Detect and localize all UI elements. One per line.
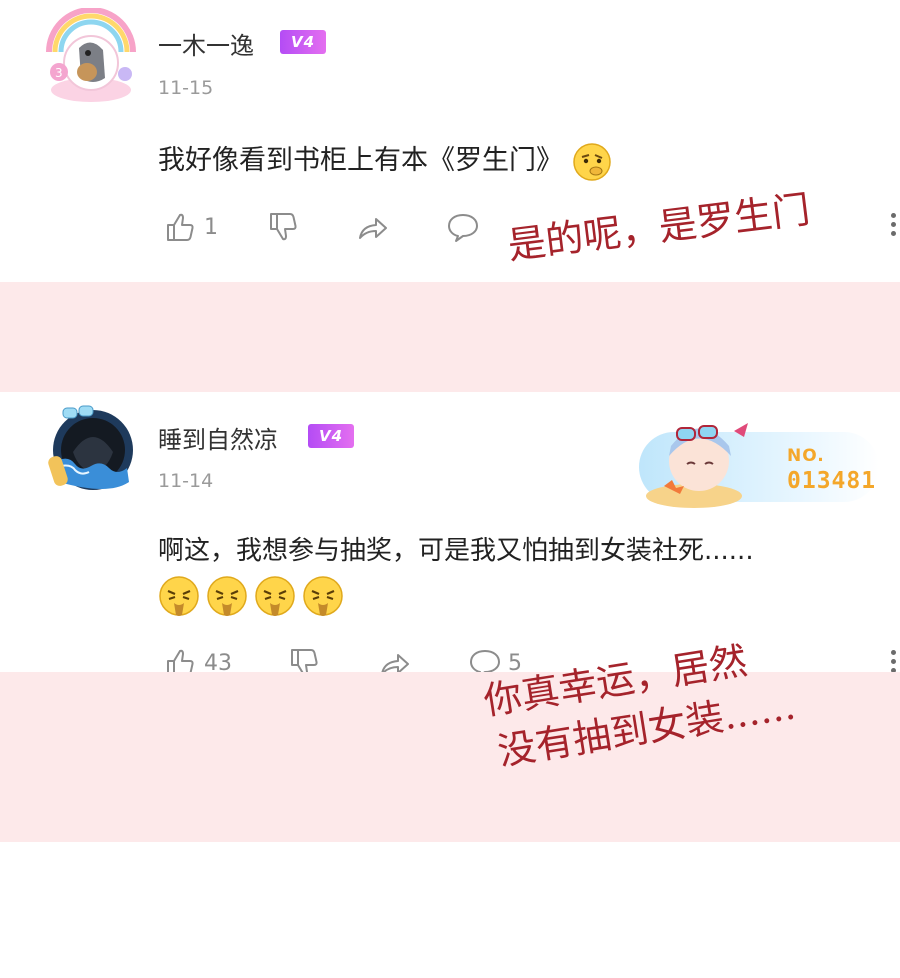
svg-text:3: 3 <box>55 66 63 80</box>
comment-text: 我好像看到书柜上有本《罗生门》 <box>158 138 612 182</box>
reply-button[interactable] <box>446 210 480 244</box>
avatar-image <box>48 405 133 490</box>
vomiting-face-emoji <box>255 576 295 616</box>
comment-bubble-icon <box>470 650 500 672</box>
like-count: 1 <box>204 214 218 240</box>
fan-card-number: 013481 <box>787 468 877 494</box>
comment-bubble-icon <box>448 214 478 242</box>
comment-date: 11-14 <box>158 470 214 492</box>
vomiting-face-emoji <box>303 576 343 616</box>
like-button[interactable]: 43 <box>164 646 232 672</box>
more-dots-icon <box>890 213 896 218</box>
vomiting-face-emoji <box>159 576 199 616</box>
more-dots-icon <box>890 650 896 655</box>
background-band-top <box>0 282 900 392</box>
level-badge: V4 <box>308 424 354 448</box>
level-badge: V4 <box>280 30 326 54</box>
username[interactable]: 一木一逸 <box>158 26 254 61</box>
dislike-button[interactable] <box>288 646 322 672</box>
like-count: 43 <box>204 650 232 673</box>
share-arrow-icon <box>381 654 409 672</box>
comment-date: 11-15 <box>158 77 214 99</box>
fan-card-label: NO. <box>787 446 825 466</box>
reply-button[interactable]: 5 <box>468 646 522 672</box>
suspicious-face-emoji <box>572 142 611 181</box>
thumbs-down-icon <box>270 213 297 241</box>
comment-text-body: 我好像看到书柜上有本《罗生门》 <box>158 145 563 176</box>
comment-text: 啊这，我想参与抽奖，可是我又怕抽到女装社死...... <box>158 536 754 566</box>
username[interactable]: 睡到自然凉 <box>158 420 278 455</box>
fan-card[interactable]: NO. 013481 <box>639 416 889 508</box>
fan-card-character-icon <box>646 423 748 508</box>
like-button[interactable]: 1 <box>164 210 218 244</box>
more-options-button[interactable] <box>889 213 897 240</box>
avatar[interactable] <box>41 400 141 500</box>
thumbs-up-icon <box>167 213 194 241</box>
avatar[interactable]: 3 <box>41 7 141 108</box>
vomiting-face-emoji <box>207 576 247 616</box>
avatar-image: 3 <box>46 7 136 102</box>
share-button[interactable] <box>356 210 390 244</box>
thumbs-down-icon <box>291 649 318 672</box>
thumbs-up-icon <box>167 649 194 672</box>
share-button[interactable] <box>378 646 412 672</box>
dislike-button[interactable] <box>267 210 301 244</box>
share-arrow-icon <box>359 218 387 239</box>
emoji-row <box>158 575 344 617</box>
more-options-button[interactable] <box>889 650 897 672</box>
